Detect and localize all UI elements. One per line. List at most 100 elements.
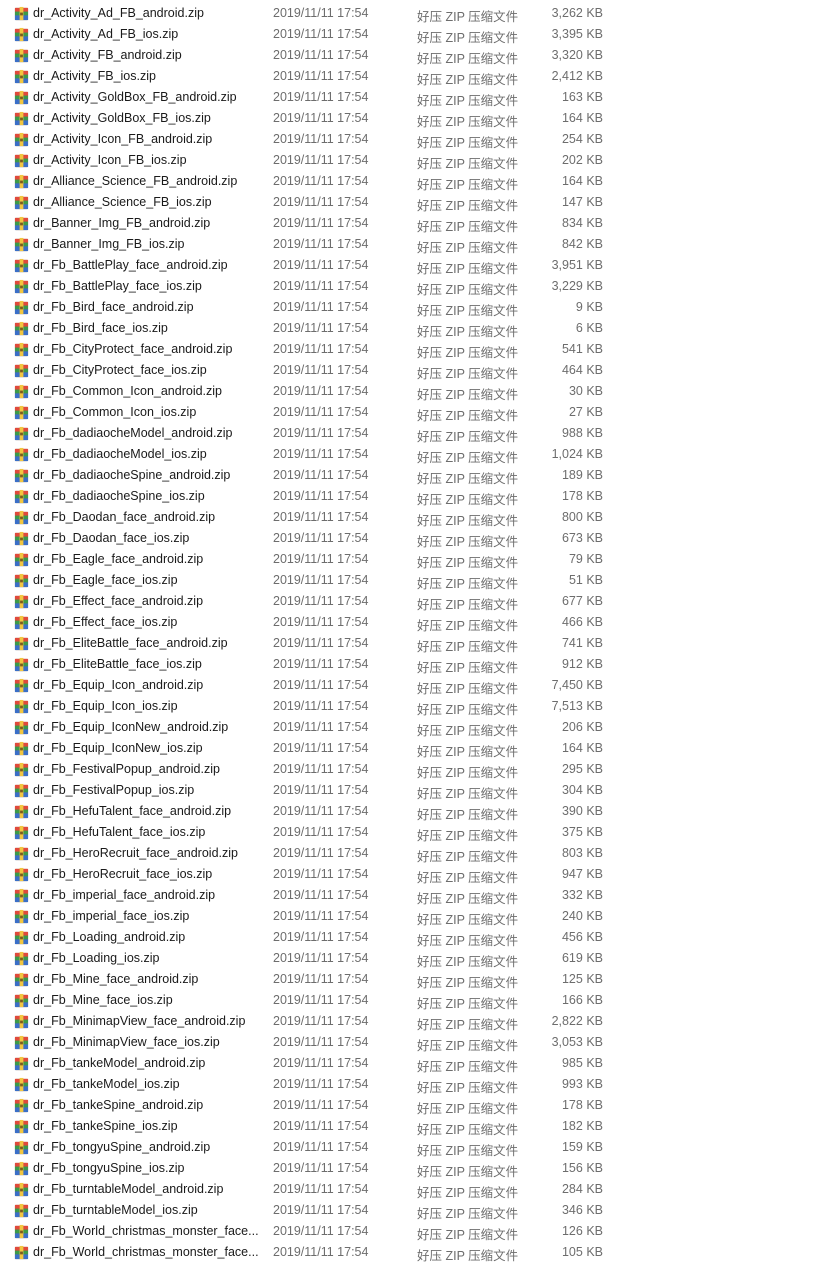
file-row[interactable]: dr_Fb_Bird_face_android.zip 2019/11/11 1… (0, 297, 833, 318)
file-type: 好压 ZIP 压缩文件 (417, 493, 519, 507)
zip-archive-icon (14, 90, 29, 105)
file-row[interactable]: dr_Fb_Equip_IconNew_ios.zip 2019/11/11 1… (0, 738, 833, 759)
zip-archive-icon (14, 1224, 29, 1239)
file-modified-date: 2019/11/11 17:54 (273, 909, 369, 923)
zip-archive-icon (14, 468, 29, 483)
file-row[interactable]: dr_Fb_imperial_face_ios.zip 2019/11/11 1… (0, 906, 833, 927)
file-row[interactable]: dr_Fb_Effect_face_ios.zip 2019/11/11 17:… (0, 612, 833, 633)
file-row[interactable]: dr_Banner_Img_FB_android.zip 2019/11/11 … (0, 213, 833, 234)
file-row[interactable]: dr_Fb_tongyuSpine_ios.zip 2019/11/11 17:… (0, 1158, 833, 1179)
file-row[interactable]: dr_Fb_tankeSpine_ios.zip 2019/11/11 17:5… (0, 1116, 833, 1137)
zip-archive-icon (14, 384, 29, 399)
file-row[interactable]: dr_Fb_Eagle_face_android.zip 2019/11/11 … (0, 549, 833, 570)
file-row[interactable]: dr_Activity_Icon_FB_android.zip 2019/11/… (0, 129, 833, 150)
file-row[interactable]: dr_Fb_Equip_Icon_android.zip 2019/11/11 … (0, 675, 833, 696)
file-name: dr_Fb_dadiaocheModel_ios.zip (33, 447, 207, 461)
file-row[interactable]: dr_Activity_GoldBox_FB_ios.zip 2019/11/1… (0, 108, 833, 129)
file-row[interactable]: dr_Fb_MinimapView_face_ios.zip 2019/11/1… (0, 1032, 833, 1053)
file-type: 好压 ZIP 压缩文件 (417, 808, 519, 822)
file-row[interactable]: dr_Activity_Ad_FB_ios.zip 2019/11/11 17:… (0, 24, 833, 45)
file-modified-date: 2019/11/11 17:54 (273, 657, 369, 671)
file-row[interactable]: dr_Activity_Ad_FB_android.zip 2019/11/11… (0, 3, 833, 24)
file-row[interactable]: dr_Fb_Loading_android.zip 2019/11/11 17:… (0, 927, 833, 948)
file-row[interactable]: dr_Fb_EliteBattle_face_android.zip 2019/… (0, 633, 833, 654)
file-row[interactable]: dr_Fb_HeroRecruit_face_ios.zip 2019/11/1… (0, 864, 833, 885)
file-modified-date: 2019/11/11 17:54 (273, 972, 369, 986)
file-row[interactable]: dr_Fb_imperial_face_android.zip 2019/11/… (0, 885, 833, 906)
file-row[interactable]: dr_Fb_Mine_face_android.zip 2019/11/11 1… (0, 969, 833, 990)
zip-archive-icon (14, 405, 29, 420)
file-row[interactable]: dr_Fb_Daodan_face_ios.zip 2019/11/11 17:… (0, 528, 833, 549)
file-row[interactable]: dr_Fb_World_christmas_monster_face... 20… (0, 1221, 833, 1242)
file-type: 好压 ZIP 压缩文件 (417, 1060, 519, 1074)
file-row[interactable]: dr_Activity_Icon_FB_ios.zip 2019/11/11 1… (0, 150, 833, 171)
file-row[interactable]: dr_Fb_Bird_face_ios.zip 2019/11/11 17:54… (0, 318, 833, 339)
file-row[interactable]: dr_Fb_Equip_Icon_ios.zip 2019/11/11 17:5… (0, 696, 833, 717)
file-row[interactable]: dr_Fb_Common_Icon_android.zip 2019/11/11… (0, 381, 833, 402)
file-name: dr_Fb_Mine_face_ios.zip (33, 993, 173, 1007)
file-modified-date: 2019/11/11 17:54 (273, 993, 369, 1007)
file-name: dr_Activity_Icon_FB_android.zip (33, 132, 213, 146)
file-row[interactable]: dr_Fb_Equip_IconNew_android.zip 2019/11/… (0, 717, 833, 738)
file-size: 985 KB (561, 1056, 603, 1070)
file-row[interactable]: dr_Fb_BattlePlay_face_ios.zip 2019/11/11… (0, 276, 833, 297)
file-row[interactable]: dr_Fb_Loading_ios.zip 2019/11/11 17:54 好… (0, 948, 833, 969)
file-row[interactable]: dr_Fb_HeroRecruit_face_android.zip 2019/… (0, 843, 833, 864)
file-row[interactable]: dr_Fb_HefuTalent_face_ios.zip 2019/11/11… (0, 822, 833, 843)
file-row[interactable]: dr_Fb_Effect_face_android.zip 2019/11/11… (0, 591, 833, 612)
zip-archive-icon (14, 762, 29, 777)
file-row[interactable]: dr_Fb_EliteBattle_face_ios.zip 2019/11/1… (0, 654, 833, 675)
file-row[interactable]: dr_Alliance_Science_FB_android.zip 2019/… (0, 171, 833, 192)
file-name: dr_Fb_Effect_face_android.zip (33, 594, 204, 608)
file-row[interactable]: dr_Activity_FB_android.zip 2019/11/11 17… (0, 45, 833, 66)
file-row[interactable]: dr_Fb_tankeModel_android.zip 2019/11/11 … (0, 1053, 833, 1074)
file-size: 673 KB (561, 531, 603, 545)
file-row[interactable]: dr_Activity_FB_ios.zip 2019/11/11 17:54 … (0, 66, 833, 87)
file-modified-date: 2019/11/11 17:54 (273, 1035, 369, 1049)
file-row[interactable]: dr_Fb_Mine_face_ios.zip 2019/11/11 17:54… (0, 990, 833, 1011)
file-type: 好压 ZIP 压缩文件 (417, 913, 519, 927)
zip-archive-icon (14, 1161, 29, 1176)
file-name: dr_Fb_FestivalPopup_ios.zip (33, 783, 195, 797)
file-row[interactable]: dr_Banner_Img_FB_ios.zip 2019/11/11 17:5… (0, 234, 833, 255)
file-row[interactable]: dr_Fb_BattlePlay_face_android.zip 2019/1… (0, 255, 833, 276)
file-modified-date: 2019/11/11 17:54 (273, 195, 369, 209)
file-name: dr_Fb_dadiaocheModel_android.zip (33, 426, 233, 440)
file-row[interactable]: dr_Fb_Eagle_face_ios.zip 2019/11/11 17:5… (0, 570, 833, 591)
file-row[interactable]: dr_Fb_tankeModel_ios.zip 2019/11/11 17:5… (0, 1074, 833, 1095)
zip-archive-icon (14, 195, 29, 210)
file-row[interactable]: dr_Fb_CityProtect_face_ios.zip 2019/11/1… (0, 360, 833, 381)
file-type: 好压 ZIP 压缩文件 (417, 1039, 519, 1053)
file-name: dr_Fb_Equip_Icon_ios.zip (33, 699, 178, 713)
file-row[interactable]: dr_Fb_dadiaocheSpine_ios.zip 2019/11/11 … (0, 486, 833, 507)
file-row[interactable]: dr_Fb_Daodan_face_android.zip 2019/11/11… (0, 507, 833, 528)
file-row[interactable]: dr_Activity_GoldBox_FB_android.zip 2019/… (0, 87, 833, 108)
file-row[interactable]: dr_Fb_turntableModel_android.zip 2019/11… (0, 1179, 833, 1200)
zip-archive-icon (14, 1035, 29, 1050)
zip-archive-icon (14, 825, 29, 840)
file-row[interactable]: dr_Fb_tongyuSpine_android.zip 2019/11/11… (0, 1137, 833, 1158)
file-row[interactable]: dr_Fb_MinimapView_face_android.zip 2019/… (0, 1011, 833, 1032)
file-row[interactable]: dr_Fb_FestivalPopup_android.zip 2019/11/… (0, 759, 833, 780)
file-row[interactable]: dr_Fb_World_christmas_monster_face... 20… (0, 1242, 833, 1263)
file-type: 好压 ZIP 压缩文件 (417, 640, 519, 654)
file-row[interactable]: dr_Fb_turntableModel_ios.zip 2019/11/11 … (0, 1200, 833, 1221)
file-row[interactable]: dr_Fb_CityProtect_face_android.zip 2019/… (0, 339, 833, 360)
file-size: 800 KB (561, 510, 603, 524)
file-row[interactable]: dr_Fb_dadiaocheModel_android.zip 2019/11… (0, 423, 833, 444)
file-row[interactable]: dr_Fb_HefuTalent_face_android.zip 2019/1… (0, 801, 833, 822)
file-name: dr_Fb_HeroRecruit_face_ios.zip (33, 867, 213, 881)
file-row[interactable]: dr_Alliance_Science_FB_ios.zip 2019/11/1… (0, 192, 833, 213)
file-row[interactable]: dr_Fb_FestivalPopup_ios.zip 2019/11/11 1… (0, 780, 833, 801)
file-name: dr_Fb_imperial_face_ios.zip (33, 909, 190, 923)
file-row[interactable]: dr_Fb_tankeSpine_android.zip 2019/11/11 … (0, 1095, 833, 1116)
zip-archive-icon (14, 1140, 29, 1155)
file-name: dr_Fb_Equip_Icon_android.zip (33, 678, 204, 692)
file-type: 好压 ZIP 压缩文件 (417, 199, 519, 213)
file-row[interactable]: dr_Fb_dadiaocheModel_ios.zip 2019/11/11 … (0, 444, 833, 465)
file-size: 30 KB (568, 384, 603, 398)
file-row[interactable]: dr_Fb_dadiaocheSpine_android.zip 2019/11… (0, 465, 833, 486)
file-name: dr_Fb_CityProtect_face_ios.zip (33, 363, 207, 377)
file-row[interactable]: dr_Fb_Common_Icon_ios.zip 2019/11/11 17:… (0, 402, 833, 423)
file-name: dr_Banner_Img_FB_android.zip (33, 216, 211, 230)
